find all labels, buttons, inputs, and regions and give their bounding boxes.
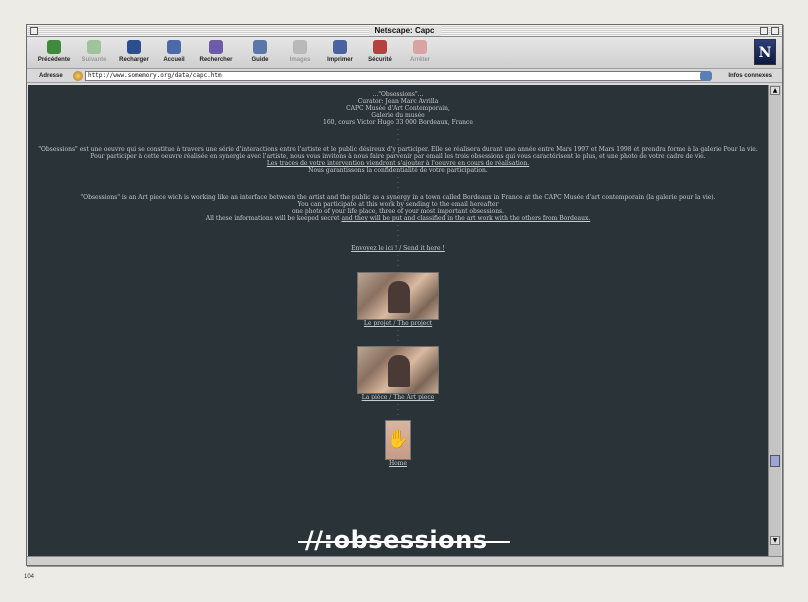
- forward-button[interactable]: Suivante: [75, 39, 113, 67]
- french-paragraph: "Obsessions" est une oeuvre qui se const…: [38, 146, 758, 153]
- images-button-label: Images: [289, 57, 311, 63]
- images-icon: [293, 40, 307, 54]
- home-icon: [167, 40, 181, 54]
- stop-button[interactable]: Arrêter: [401, 39, 439, 67]
- scroll-down-icon[interactable]: ▼: [770, 536, 780, 545]
- classified-link[interactable]: and they will be put and classified in t…: [341, 215, 590, 222]
- forward-arrow-icon: [87, 40, 101, 54]
- stop-button-label: Arrêter: [409, 57, 430, 63]
- header-line: ..."Obsessions"...: [372, 91, 424, 98]
- vertical-scrollbar[interactable]: ▲ ▼: [768, 85, 781, 557]
- url-field[interactable]: http://www.somemory.org/data/capc.htm: [85, 71, 705, 81]
- home-button-label: Accueil: [163, 57, 185, 63]
- zoom-box[interactable]: [760, 27, 768, 35]
- guide-icon: [253, 40, 267, 54]
- guide-button[interactable]: Guide: [241, 39, 279, 67]
- page-content: ..."Obsessions"... Curator: Jean Marc Av…: [28, 85, 768, 557]
- english-text: All these informations will be keeped se…: [205, 215, 340, 222]
- english-line: You can participate at this work by send…: [297, 201, 499, 208]
- close-box[interactable]: [30, 27, 38, 35]
- bookmark-icon[interactable]: [73, 71, 83, 81]
- overlay-strike-line: [298, 541, 510, 543]
- related-info-icon[interactable]: [700, 71, 712, 81]
- search-icon: [209, 40, 223, 54]
- scroll-up-icon[interactable]: ▲: [770, 86, 780, 95]
- header-line: Galerie du musée: [371, 112, 425, 119]
- stop-icon: [413, 40, 427, 54]
- project-image[interactable]: [357, 272, 439, 320]
- header-line: Curator: Jean Marc Avrilla: [357, 98, 439, 105]
- home-link[interactable]: Home: [389, 460, 407, 467]
- lock-icon: [373, 40, 387, 54]
- window-title: Netscape: Capc: [368, 26, 441, 36]
- guide-button-label: Guide: [251, 57, 269, 63]
- print-button-label: Imprimer: [327, 57, 353, 63]
- french-paragraph-participate: Pour participer à cette oeuvre réalisée …: [28, 153, 768, 167]
- reload-button[interactable]: Recharger: [115, 39, 153, 67]
- art-piece-image[interactable]: [357, 346, 439, 394]
- print-button[interactable]: Imprimer: [321, 39, 359, 67]
- home-button[interactable]: Accueil: [155, 39, 193, 67]
- back-button[interactable]: Précédente: [35, 39, 73, 67]
- search-button-label: Rechercher: [199, 57, 233, 63]
- netscape-logo[interactable]: N: [754, 39, 776, 65]
- back-arrow-icon: [47, 40, 61, 54]
- english-line: "Obsessions" is an Art piece wich is wor…: [80, 194, 716, 201]
- back-button-label: Précédente: [37, 57, 71, 63]
- forward-button-label: Suivante: [81, 57, 107, 63]
- security-button-label: Sécurité: [368, 57, 392, 63]
- address-label: Adresse: [39, 73, 63, 79]
- printer-icon: [333, 40, 347, 54]
- reload-icon: [127, 40, 141, 54]
- search-button[interactable]: Rechercher: [197, 39, 235, 67]
- collapse-box[interactable]: [771, 27, 779, 35]
- english-line: one photo of your life place, three of y…: [291, 208, 505, 215]
- navigation-toolbar: Précédente Suivante Recharger Accueil Re…: [27, 37, 782, 69]
- location-bar: Adresse http://www.somemory.org/data/cap…: [27, 69, 782, 83]
- title-bar[interactable]: Netscape: Capc: [27, 25, 782, 37]
- related-info-label[interactable]: Infos connexes: [728, 73, 772, 79]
- french-paragraph-text: Pour participer à cette oeuvre réalisée …: [90, 153, 706, 160]
- book-overlay-title: //:obsessions: [305, 526, 488, 554]
- reload-button-label: Recharger: [119, 57, 149, 63]
- browser-window: Netscape: Capc Précédente Suivante Recha…: [26, 24, 783, 566]
- header-line: CAPC Musée d'Art Contemporain,: [346, 105, 450, 112]
- security-button[interactable]: Sécurité: [361, 39, 399, 67]
- page-number: 104: [24, 574, 35, 580]
- separator-dot: .: [397, 236, 399, 243]
- scroll-thumb[interactable]: [770, 455, 780, 467]
- images-button[interactable]: Images: [281, 39, 319, 67]
- status-bar: [27, 556, 782, 565]
- traces-link[interactable]: Les traces de votre intervention viendro…: [267, 160, 529, 167]
- hand-icon[interactable]: ✋: [385, 420, 411, 460]
